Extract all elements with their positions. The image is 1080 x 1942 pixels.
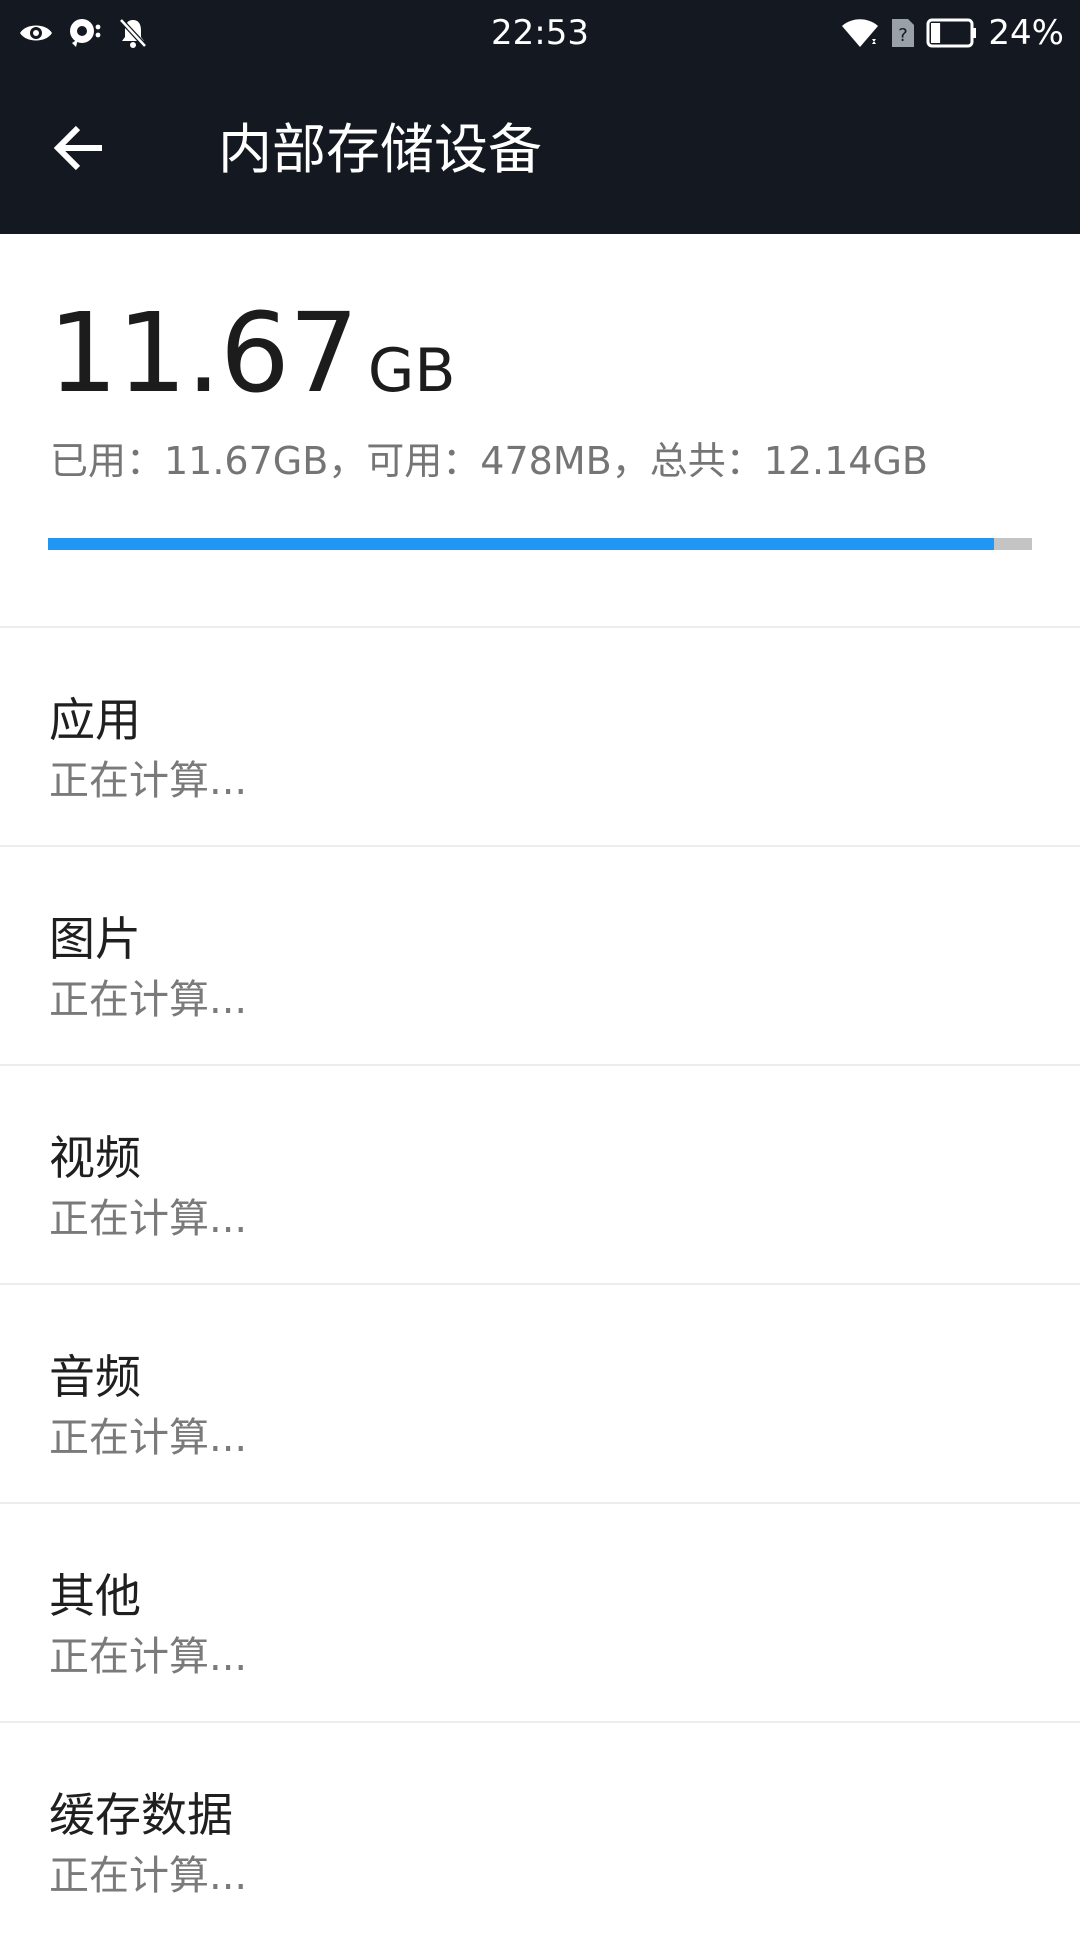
category-status: 正在计算... — [49, 1853, 248, 1899]
category-status: 正在计算... — [49, 1634, 248, 1680]
category-status: 正在计算... — [49, 977, 248, 1023]
category-item-images[interactable]: 图片 正在计算... — [0, 847, 1080, 1066]
no-sim-icon: ? — [890, 17, 916, 49]
category-list: 应用 正在计算... 图片 正在计算... 视频 正在计算... 音频 正在计算… — [0, 628, 1080, 1942]
svg-text:?: ? — [899, 25, 909, 46]
used-size-value: 11.67 — [48, 289, 359, 417]
category-item-other[interactable]: 其他 正在计算... — [0, 1504, 1080, 1723]
used-size: 11.67 GB — [48, 298, 456, 408]
status-bar: 22:53 ? 24% — [0, 0, 1080, 66]
storage-detail: 已用：11.67GB，可用：478MB，总共：12.14GB — [50, 439, 928, 483]
arrow-back-icon — [53, 124, 106, 176]
storage-progress-fill — [48, 538, 994, 550]
category-label: 视频 — [49, 1131, 141, 1185]
wifi-icon — [840, 17, 880, 49]
category-label: 缓存数据 — [49, 1788, 233, 1842]
battery-percent: 24% — [988, 13, 1064, 53]
category-label: 音频 — [49, 1350, 141, 1404]
category-label: 应用 — [49, 693, 141, 747]
battery-icon — [926, 17, 978, 49]
used-size-unit: GB — [367, 336, 456, 406]
category-status: 正在计算... — [49, 1196, 248, 1242]
storage-progress-bar — [48, 538, 1032, 550]
status-right-icons: ? 24% — [840, 0, 1064, 66]
category-label: 图片 — [49, 912, 141, 966]
category-item-videos[interactable]: 视频 正在计算... — [0, 1066, 1080, 1285]
category-status: 正在计算... — [49, 758, 248, 804]
category-item-audio[interactable]: 音频 正在计算... — [0, 1285, 1080, 1504]
category-status: 正在计算... — [49, 1415, 248, 1461]
category-item-apps[interactable]: 应用 正在计算... — [0, 628, 1080, 847]
storage-summary: 11.67 GB 已用：11.67GB，可用：478MB，总共：12.14GB — [0, 234, 1080, 628]
page-title: 内部存储设备 — [218, 118, 542, 181]
back-button[interactable] — [40, 110, 120, 190]
app-bar: 内部存储设备 — [0, 66, 1080, 234]
category-label: 其他 — [49, 1569, 141, 1623]
category-item-cached-data[interactable]: 缓存数据 正在计算... — [0, 1723, 1080, 1942]
